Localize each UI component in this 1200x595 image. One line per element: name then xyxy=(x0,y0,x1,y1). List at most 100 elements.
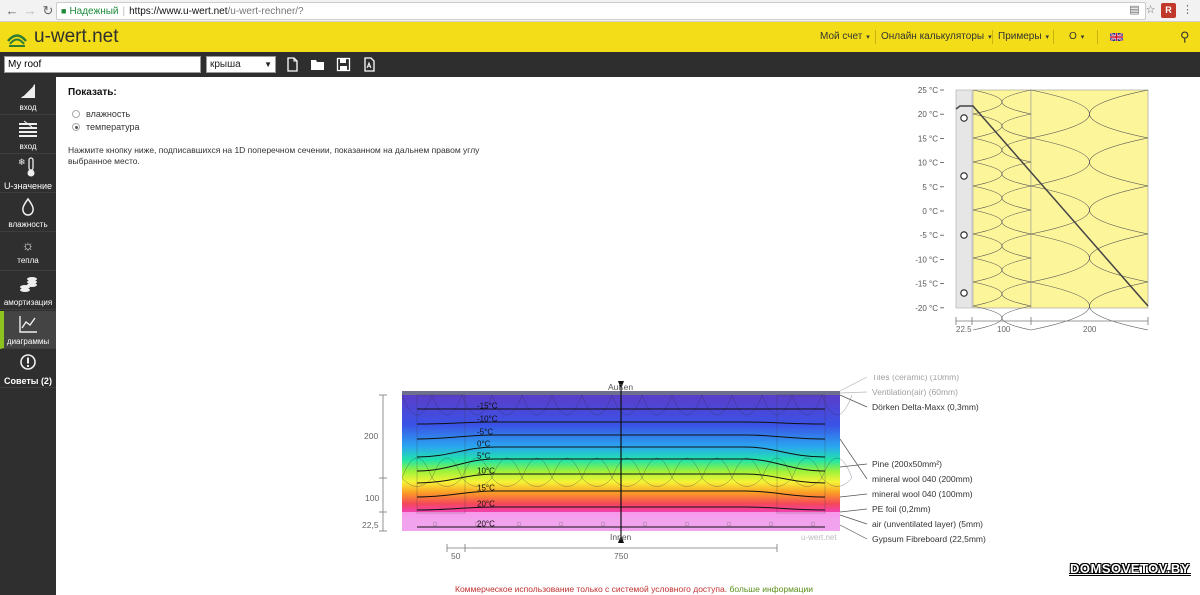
insulation-layer-200 xyxy=(1030,89,1149,309)
open-folder-icon[interactable] xyxy=(310,57,325,72)
isotherm-label: -10°C xyxy=(477,415,498,424)
sidebar-item-layers[interactable]: вход xyxy=(0,116,56,154)
new-file-icon[interactable] xyxy=(285,57,300,72)
browser-bar: ← → ↻ ■ Надежный | https://www.u-wert.net/u… xyxy=(0,0,1200,22)
nav-my-account[interactable]: Мой счет ▾ xyxy=(820,22,870,52)
credit-text: u-wert.net xyxy=(801,533,837,542)
outside-label: Außen xyxy=(608,382,633,392)
sidebar-item-heat[interactable]: ☼ тепла xyxy=(0,233,56,271)
nav-about[interactable]: О ▾ xyxy=(1069,22,1084,52)
pdf-export-icon[interactable] xyxy=(362,57,377,72)
layer-label[interactable]: PE foil (0,2mm) xyxy=(872,504,931,514)
radio-humidity[interactable]: влажность xyxy=(72,109,130,119)
temperature-tick-label: 20 °C xyxy=(918,110,938,119)
callout-line xyxy=(839,376,868,392)
layer-label[interactable]: Ventilation(air) (60mm) xyxy=(872,387,958,397)
translate-icon[interactable]: ▤ xyxy=(1127,3,1142,18)
dimension-label: 50 xyxy=(451,551,461,561)
sidebar-item-label: вход xyxy=(19,103,37,112)
callout-line xyxy=(839,394,868,408)
thermometer-icon: ❄ xyxy=(18,157,35,177)
logo-icon[interactable] xyxy=(6,26,28,48)
inside-label: Innen xyxy=(610,532,632,542)
layer-label[interactable]: Pine (200x50mm²) xyxy=(872,459,942,469)
isotherm-label: -5°C xyxy=(477,428,493,437)
nav-examples[interactable]: Примеры ▾ xyxy=(998,22,1049,52)
temperature-axis: 25 °C 20 °C 15 °C 10 °C 5 °C 0 °C -5 °C -10 °C -… xyxy=(915,86,944,313)
logo-text[interactable]: u-wert.net xyxy=(34,26,118,48)
reload-icon[interactable]: ↻ xyxy=(40,3,56,19)
sidebar-item-tips[interactable]: Советы (2) xyxy=(0,350,56,388)
construction-type-select[interactable]: крыша ▼ xyxy=(206,56,276,73)
sidebar-item-amortization[interactable]: амортизация xyxy=(0,272,56,310)
dimension-label: 750 xyxy=(614,551,628,561)
layer-label[interactable]: mineral wool 040 (100mm) xyxy=(872,489,973,499)
sidebar-item-humidity[interactable]: влажность xyxy=(0,194,56,232)
temperature-tick-label: -20 °C xyxy=(915,304,938,313)
layer-label[interactable]: air (unventilated layer) (5mm) xyxy=(872,519,983,529)
sidebar-item-label: U-значение xyxy=(3,181,53,191)
sidebar-item-label: влажность xyxy=(8,220,48,229)
toolbar: крыша▼ xyxy=(0,52,1200,77)
isotherm-label: 0°C xyxy=(477,440,491,449)
radio-button[interactable] xyxy=(72,123,80,131)
component-icon xyxy=(21,84,35,98)
layer-label[interactable]: Dörken Delta-Maxx (0,3mm) xyxy=(872,402,979,412)
project-name-input[interactable] xyxy=(4,56,201,73)
radio-temperature[interactable]: температура xyxy=(72,122,140,132)
save-icon[interactable] xyxy=(336,57,351,72)
temperature-tick-label: -10 °C xyxy=(915,255,938,264)
callout-line xyxy=(839,514,868,525)
alert-icon xyxy=(20,354,36,370)
lock-icon: ■ xyxy=(61,6,67,16)
layer-label[interactable]: Gypsum Fibreboard (22,5mm) xyxy=(872,534,986,544)
sidebar-item-label: Советы (2) xyxy=(4,376,52,386)
sidebar-item-diagrams[interactable]: диаграммы xyxy=(0,311,56,349)
sidebar: вход вход ❄ U-значение влажность ☼ тепла xyxy=(0,77,56,595)
callout-line xyxy=(839,524,868,540)
layers-icon xyxy=(19,120,37,137)
temperature-tick-label: -5 °C xyxy=(920,231,939,240)
layer-label[interactable]: mineral wool 040 (200mm) xyxy=(872,474,973,484)
svg-text:❄: ❄ xyxy=(18,157,26,167)
url-host: https://www.u-wert.net xyxy=(129,6,228,17)
layer-label[interactable]: Tiles (ceramic) (10mm) xyxy=(872,375,959,382)
nav-online-calculators[interactable]: Онлайн калькуляторы ▾ xyxy=(881,22,992,52)
star-icon[interactable]: ☆ xyxy=(1143,3,1158,18)
temperature-profile-chart: 25 °C 20 °C 15 °C 10 °C 5 °C 0 °C -5 °C -10 °C -… xyxy=(915,86,1149,334)
gypsum-layer xyxy=(955,89,973,309)
search-icon[interactable]: ⚲ xyxy=(1180,29,1190,45)
back-arrow-icon[interactable]: ← xyxy=(4,3,20,19)
thickness-label: 200 xyxy=(1083,325,1097,334)
menu-icon[interactable]: ⋮ xyxy=(1180,3,1195,18)
isotherm-label: -15°C xyxy=(477,402,498,411)
sun-icon: ☼ xyxy=(21,237,35,253)
temperature-tick-label: 10 °C xyxy=(918,159,938,168)
isotherm-label: 5°C xyxy=(477,452,491,461)
sidebar-item-label: вход xyxy=(19,142,37,151)
dimension-label: 22,5 xyxy=(362,520,379,530)
dimension-label: 200 xyxy=(364,431,378,441)
temperature-tick-label: 5 °C xyxy=(922,183,938,192)
secure-label: Надежный xyxy=(69,6,119,17)
forward-arrow-icon[interactable]: → xyxy=(22,3,38,19)
temperature-tick-label: 0 °C xyxy=(922,207,938,216)
sidebar-item-component[interactable]: вход xyxy=(0,77,56,115)
sidebar-item-label: тепла xyxy=(17,256,39,265)
address-bar[interactable]: ■ Надежный | https://www.u-wert.net/u-wert-… xyxy=(56,2,1146,20)
extension-icon[interactable]: R xyxy=(1161,3,1176,18)
sidebar-item-label: диаграммы xyxy=(6,337,50,346)
uk-flag-icon[interactable] xyxy=(1110,33,1123,41)
commercial-use-note: Коммерческое использование только с сист… xyxy=(455,584,814,594)
coins-icon xyxy=(20,277,37,292)
more-info-link[interactable]: больше информации xyxy=(729,584,813,594)
thickness-label: 100 xyxy=(997,325,1011,334)
app-header: u-wert.net Мой счет ▾ Онлайн калькуляторы… xyxy=(0,22,1200,52)
radio-button[interactable] xyxy=(72,110,80,118)
drop-icon xyxy=(22,197,34,216)
sidebar-item-u-value[interactable]: ❄ U-значение xyxy=(0,155,56,193)
temperature-tick-label: 15 °C xyxy=(918,134,938,143)
url-path: /u-wert-rechner/? xyxy=(227,6,304,17)
temperature-tick-label: -15 °C xyxy=(915,280,938,289)
sidebar-item-label: амортизация xyxy=(3,298,53,307)
